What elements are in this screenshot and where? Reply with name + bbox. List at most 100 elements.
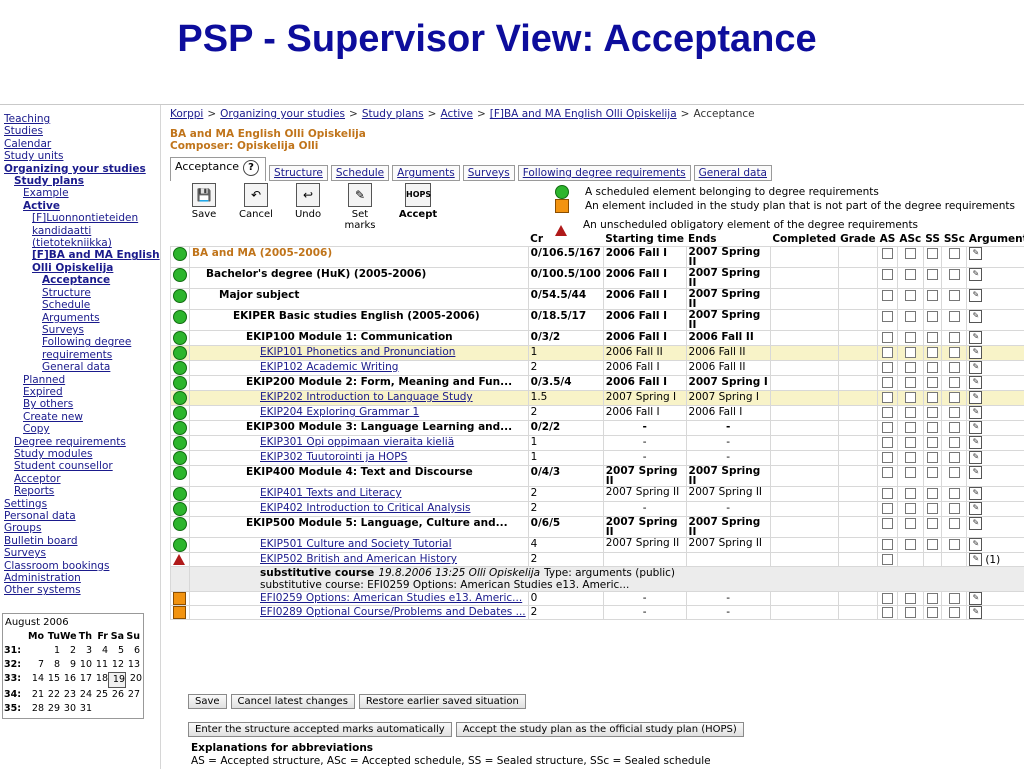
asc-checkbox[interactable] xyxy=(905,407,916,418)
calendar-day[interactable]: 30 xyxy=(60,702,76,716)
edit-note-icon[interactable]: ✎ xyxy=(969,538,982,551)
nav-item-study-units[interactable]: Study units xyxy=(4,150,158,162)
calendar-day[interactable]: 2 xyxy=(60,644,76,658)
nav-item-structure[interactable]: Structure xyxy=(4,287,158,299)
nav-item-expired[interactable]: Expired xyxy=(4,386,158,398)
course-link[interactable]: EKIP402 Introduction to Critical Analysi… xyxy=(192,502,470,514)
asc-checkbox[interactable] xyxy=(905,362,916,373)
calendar-today[interactable]: 19 xyxy=(108,672,126,688)
as-checkbox[interactable] xyxy=(882,467,893,478)
calendar-day[interactable]: 8 xyxy=(44,658,60,672)
ss-checkbox[interactable] xyxy=(927,422,938,433)
ss-checkbox[interactable] xyxy=(927,377,938,388)
ssc-checkbox[interactable] xyxy=(949,290,960,301)
as-checkbox[interactable] xyxy=(882,347,893,358)
nav-item-study-plans[interactable]: Study plans xyxy=(4,175,158,187)
as-checkbox[interactable] xyxy=(882,488,893,499)
nav-item-teaching[interactable]: Teaching xyxy=(4,113,158,125)
calendar-day[interactable]: 9 xyxy=(60,658,76,672)
nav-item-general-data[interactable]: General data xyxy=(4,361,158,373)
nav-item-following-degree[interactable]: Following degree xyxy=(4,336,158,348)
ssc-checkbox[interactable] xyxy=(949,607,960,618)
accept-tool-button[interactable]: HOPS Accept xyxy=(386,183,450,231)
edit-note-icon[interactable]: ✎ xyxy=(969,247,982,260)
nav-item-study-modules[interactable]: Study modules xyxy=(4,448,158,460)
ss-checkbox[interactable] xyxy=(927,392,938,403)
breadcrumb-link[interactable]: Organizing your studies xyxy=(220,108,345,120)
nav-item-surveys[interactable]: Surveys xyxy=(4,547,158,559)
as-checkbox[interactable] xyxy=(882,290,893,301)
tab-schedule[interactable]: Schedule xyxy=(331,165,389,181)
nav-item-schedule[interactable]: Schedule xyxy=(4,299,158,311)
ssc-checkbox[interactable] xyxy=(949,269,960,280)
calendar-day[interactable]: 29 xyxy=(44,702,60,716)
ss-checkbox[interactable] xyxy=(927,488,938,499)
asc-checkbox[interactable] xyxy=(905,269,916,280)
cancel-latest-changes-button[interactable]: Cancel latest changes xyxy=(231,694,355,709)
as-checkbox[interactable] xyxy=(882,539,893,550)
edit-note-icon[interactable]: ✎ xyxy=(969,421,982,434)
edit-note-icon[interactable]: ✎ xyxy=(969,592,982,605)
edit-note-icon[interactable]: ✎ xyxy=(969,310,982,323)
ssc-checkbox[interactable] xyxy=(949,452,960,463)
calendar-day[interactable]: 17 xyxy=(76,672,92,688)
auto-accept-marks-button[interactable]: Enter the structure accepted marks autom… xyxy=(188,722,452,737)
ss-checkbox[interactable] xyxy=(927,362,938,373)
breadcrumb-link[interactable]: Study plans xyxy=(362,108,424,120)
nav-item-surveys[interactable]: Surveys xyxy=(4,324,158,336)
asc-checkbox[interactable] xyxy=(905,452,916,463)
ssc-checkbox[interactable] xyxy=(949,437,960,448)
edit-note-icon[interactable]: ✎ xyxy=(969,466,982,479)
asc-checkbox[interactable] xyxy=(905,290,916,301)
nav-item-administration[interactable]: Administration xyxy=(4,572,158,584)
tab-structure[interactable]: Structure xyxy=(269,165,328,181)
calendar-day[interactable]: 7 xyxy=(28,658,44,672)
calendar-day[interactable]: 26 xyxy=(108,688,124,702)
nav-item-personal-data[interactable]: Personal data xyxy=(4,510,158,522)
course-link[interactable]: EFI0259 Options: American Studies e13. A… xyxy=(192,592,522,604)
ss-checkbox[interactable] xyxy=(927,518,938,529)
edit-note-icon[interactable]: ✎ xyxy=(969,361,982,374)
tab-arguments[interactable]: Arguments xyxy=(392,165,460,181)
nav-item-groups[interactable]: Groups xyxy=(4,522,158,534)
nav-item-f-luonnontieteiden[interactable]: [F]Luonnontieteiden xyxy=(4,212,158,224)
nav-item-copy[interactable]: Copy xyxy=(4,423,158,435)
save-tool-button[interactable]: 💾 Save xyxy=(178,183,230,231)
nav-item-active[interactable]: Active xyxy=(4,200,158,212)
nav-item-settings[interactable]: Settings xyxy=(4,498,158,510)
calendar-day[interactable]: 23 xyxy=(60,688,76,702)
edit-note-icon[interactable]: ✎ xyxy=(969,346,982,359)
nav-item-classroom-bookings[interactable]: Classroom bookings xyxy=(4,560,158,572)
course-link[interactable]: EKIP502 British and American History xyxy=(192,553,457,565)
ss-checkbox[interactable] xyxy=(927,407,938,418)
course-link[interactable]: EKIP501 Culture and Society Tutorial xyxy=(192,538,452,550)
as-checkbox[interactable] xyxy=(882,311,893,322)
ss-checkbox[interactable] xyxy=(927,311,938,322)
asc-checkbox[interactable] xyxy=(905,518,916,529)
ss-checkbox[interactable] xyxy=(927,593,938,604)
calendar-day[interactable]: 31 xyxy=(76,702,92,716)
ss-checkbox[interactable] xyxy=(927,539,938,550)
tab-acceptance[interactable]: Acceptance? xyxy=(170,157,266,181)
ss-checkbox[interactable] xyxy=(927,269,938,280)
edit-note-icon[interactable]: ✎ xyxy=(969,436,982,449)
nav-item-by-others[interactable]: By others xyxy=(4,398,158,410)
as-checkbox[interactable] xyxy=(882,503,893,514)
nav-item-student-counsellor[interactable]: Student counsellor xyxy=(4,460,158,472)
calendar-day[interactable]: 10 xyxy=(76,658,92,672)
ssc-checkbox[interactable] xyxy=(949,422,960,433)
calendar-day[interactable]: 6 xyxy=(124,644,140,658)
ss-checkbox[interactable] xyxy=(927,607,938,618)
edit-note-icon[interactable]: ✎ xyxy=(969,268,982,281)
ss-checkbox[interactable] xyxy=(927,248,938,259)
as-checkbox[interactable] xyxy=(882,332,893,343)
calendar-day[interactable]: 22 xyxy=(44,688,60,702)
as-checkbox[interactable] xyxy=(882,269,893,280)
calendar-day[interactable]: 20 xyxy=(126,672,142,688)
as-checkbox[interactable] xyxy=(882,607,893,618)
nav-item-reports[interactable]: Reports xyxy=(4,485,158,497)
edit-note-icon[interactable]: ✎ xyxy=(969,406,982,419)
nav-item-requirements[interactable]: requirements xyxy=(4,349,158,361)
edit-note-icon[interactable]: ✎ xyxy=(969,451,982,464)
edit-note-icon[interactable]: ✎ xyxy=(969,376,982,389)
